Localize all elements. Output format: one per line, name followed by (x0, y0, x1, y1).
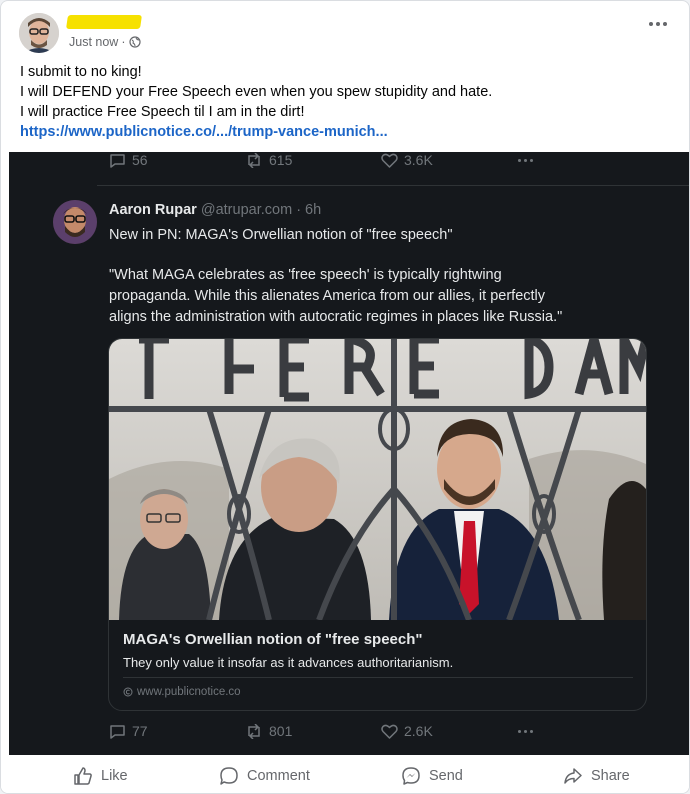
quoted-name[interactable]: Aaron Rupar (109, 202, 197, 218)
send-label: Send (429, 768, 463, 784)
tweet-divider (97, 185, 689, 186)
quoted-reply-value: 77 (132, 723, 148, 739)
reply-icon (110, 724, 125, 739)
quoted-repost-value: 801 (269, 723, 293, 739)
post-timestamp[interactable]: Just now (69, 35, 118, 49)
top-like-value: 3.6K (404, 152, 433, 168)
quoted-quote-line: "What MAGA celebrates as 'free speech' i… (109, 267, 502, 283)
post-text-line: I submit to no king! (20, 64, 142, 80)
globe-icon (128, 36, 141, 48)
post-action-bar: Like Comment Send Share (1, 757, 689, 793)
quoted-more-icon[interactable] (518, 730, 533, 733)
quoted-quote-line: aligns the administration with autocrati… (109, 309, 563, 325)
top-more-icon[interactable] (518, 159, 533, 162)
post-link[interactable]: https://www.publicnotice.co/.../trump-va… (20, 122, 670, 142)
messenger-icon (402, 767, 420, 785)
post-text-line: I will practice Free Speech til I am in … (20, 104, 305, 120)
copyright-icon (123, 687, 133, 697)
thumbs-up-icon (74, 767, 92, 785)
repost-icon (248, 723, 260, 739)
top-repost-count: 615 (245, 152, 292, 168)
comment-button[interactable]: Comment (219, 763, 310, 789)
quoted-quote-line: propaganda. While this alienates America… (109, 288, 546, 304)
share-label: Share (591, 768, 630, 784)
quoted-like-value: 2.6K (404, 723, 433, 739)
quoted-like-count: 2.6K (381, 723, 433, 739)
heart-icon (381, 724, 398, 739)
quoted-reply-count: 77 (109, 723, 148, 739)
send-button[interactable]: Send (401, 763, 463, 789)
share-icon (564, 768, 582, 784)
top-repost-value: 615 (269, 152, 293, 168)
link-card-title[interactable]: MAGA's Orwellian notion of "free speech" (123, 631, 423, 648)
share-button[interactable]: Share (563, 763, 630, 789)
quoted-time: · 6h (296, 202, 322, 218)
top-like-count: 3.6K (381, 152, 433, 168)
quoted-handle[interactable]: @atrupar.com (201, 202, 292, 218)
link-card[interactable]: MAGA's Orwellian notion of "free speech"… (108, 338, 647, 711)
heart-icon (381, 153, 398, 168)
author-avatar[interactable] (19, 13, 59, 53)
repost-icon (248, 152, 260, 168)
like-label: Like (101, 768, 128, 784)
link-card-domain: www.publicnotice.co (123, 686, 241, 698)
quoted-avatar[interactable] (53, 200, 97, 244)
link-card-divider (123, 677, 633, 678)
facebook-post: Just now · I submit to no king! I will D… (0, 0, 690, 794)
post-text: I submit to no king! I will DEFEND your … (20, 62, 670, 142)
comment-icon (220, 767, 238, 785)
embedded-screenshot[interactable]: 56 615 3.6K Aaron Rupar @atrupar.com · 6… (9, 152, 689, 755)
top-reply-value: 56 (132, 152, 148, 168)
quoted-text: New in PN: MAGA's Orwellian notion of "f… (109, 225, 679, 328)
quoted-author-line: Aaron Rupar @atrupar.com · 6h (109, 202, 321, 218)
comment-label: Comment (247, 768, 310, 784)
link-card-domain-text: www.publicnotice.co (137, 686, 241, 698)
author-name-redacted[interactable] (66, 15, 142, 29)
reply-icon (110, 153, 125, 168)
quoted-text-line: New in PN: MAGA's Orwellian notion of "f… (109, 227, 453, 243)
post-text-line: I will DEFEND your Free Speech even when… (20, 84, 493, 100)
top-reply-count: 56 (109, 152, 148, 168)
like-button[interactable]: Like (73, 763, 128, 789)
quoted-repost-count: 801 (245, 723, 292, 739)
link-card-description: They only value it insofar as it advance… (123, 655, 454, 670)
meta-separator: · (121, 35, 126, 49)
post-meta: Just now · (69, 35, 141, 49)
more-options-icon[interactable] (647, 17, 669, 31)
quoted-quote: "What MAGA celebrates as 'free speech' i… (109, 265, 679, 328)
link-card-image (109, 339, 646, 620)
